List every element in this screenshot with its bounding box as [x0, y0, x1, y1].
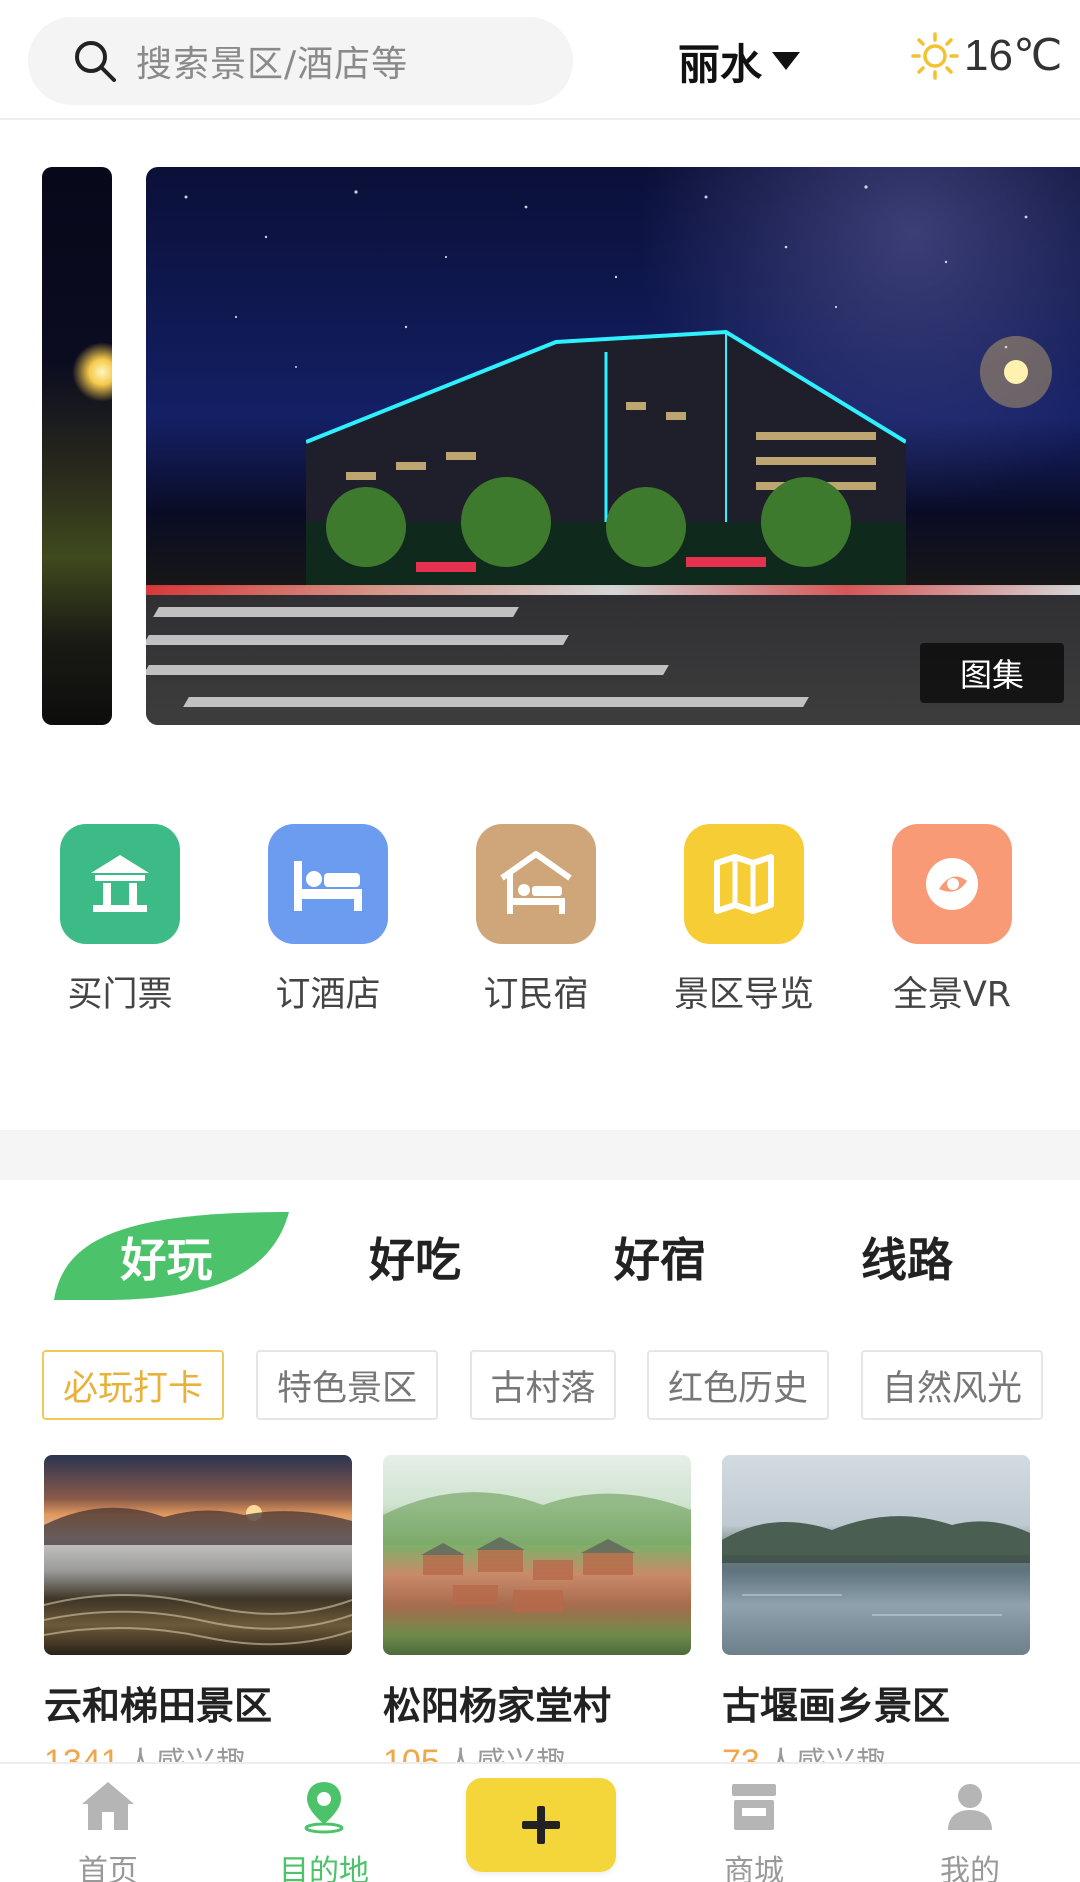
banner-slide[interactable]: 图集 — [146, 167, 1080, 725]
tab-fun[interactable]: 好玩 — [44, 1212, 289, 1302]
search-bar[interactable]: 搜索景区/酒店等 — [28, 17, 573, 105]
crosswalk-stripe — [153, 607, 519, 617]
light-trails — [146, 585, 1080, 595]
quick-item-homestay[interactable]: 订民宿 — [446, 824, 626, 1017]
sun-icon — [911, 31, 959, 80]
user-icon — [948, 1784, 992, 1830]
banner-prev-slide[interactable] — [42, 167, 112, 725]
tab-food[interactable]: 好吃 — [330, 1212, 500, 1302]
nav-destination[interactable]: 目的地 — [264, 1778, 384, 1882]
vr-icon — [892, 824, 1012, 944]
nav-mall-label: 商城 — [724, 1854, 784, 1882]
quick-label-vr: 全景VR — [892, 975, 1012, 1015]
chip-red-history[interactable]: 红色历史 — [647, 1350, 829, 1420]
attraction-image — [44, 1455, 352, 1655]
street-light — [72, 342, 112, 402]
illuminated-building — [306, 329, 906, 592]
crosswalk-stripe — [146, 665, 669, 675]
city-name: 丽水 — [678, 39, 763, 89]
chip-natural-scenery[interactable]: 自然风光 — [861, 1350, 1043, 1420]
tab-fun-label: 好玩 — [120, 1233, 213, 1287]
gallery-button[interactable]: 图集 — [920, 643, 1064, 703]
plus-icon — [522, 1806, 560, 1844]
filter-chips: 必玩打卡 特色景区 古村落 红色历史 自然风光 — [0, 1350, 1080, 1422]
attraction-card[interactable]: 云和梯田景区 1341 人感兴趣 — [44, 1455, 352, 1774]
category-tabs: 好玩 好吃 好宿 线路 — [0, 1212, 1080, 1308]
add-button[interactable] — [466, 1778, 616, 1872]
nav-home[interactable]: 首页 — [48, 1778, 168, 1882]
quick-label-guide: 景区导览 — [673, 975, 814, 1015]
home-icon — [82, 1782, 134, 1830]
attraction-card[interactable]: 古堰画乡景区 73 人感兴趣 — [722, 1455, 1030, 1774]
quick-label-tickets: 买门票 — [67, 975, 173, 1015]
nav-mine[interactable]: 我的 — [910, 1778, 1030, 1882]
shop-icon — [732, 1784, 776, 1830]
tab-stay[interactable]: 好宿 — [575, 1212, 745, 1302]
section-divider — [0, 1130, 1080, 1180]
search-icon — [75, 41, 116, 82]
quick-item-vr[interactable]: 全景VR — [862, 824, 1042, 1017]
city-selector[interactable]: 丽水 — [678, 34, 801, 89]
attraction-cards: 云和梯田景区 1341 人感兴趣 松阳杨家堂村 105 人感兴趣 古堰画乡景区 … — [0, 1455, 1080, 1774]
bed-icon — [268, 824, 388, 944]
caret-down-icon — [772, 52, 801, 70]
homestay-icon — [476, 824, 596, 944]
chip-featured-scenic[interactable]: 特色景区 — [256, 1350, 438, 1420]
bottom-nav: 首页 目的地 商城 我的 — [0, 1762, 1080, 1882]
search-placeholder: 搜索景区/酒店等 — [136, 44, 409, 85]
quick-menu: 买门票 订酒店 订民宿 景区导览 全景VR — [0, 824, 1080, 1024]
chip-must-visit[interactable]: 必玩打卡 — [42, 1350, 224, 1420]
quick-label-hotel: 订酒店 — [275, 975, 381, 1015]
attraction-title: 云和梯田景区 — [44, 1684, 273, 1728]
temperature: 16℃ — [964, 31, 1063, 80]
attraction-image — [383, 1455, 691, 1655]
crosswalk-stripe — [146, 635, 569, 645]
location-pin-icon — [304, 1782, 344, 1834]
pavilion-icon — [60, 824, 180, 944]
nav-destination-label: 目的地 — [279, 1854, 369, 1882]
quick-item-hotel[interactable]: 订酒店 — [238, 824, 418, 1017]
tab-routes[interactable]: 线路 — [822, 1212, 992, 1302]
attraction-title: 松阳杨家堂村 — [383, 1684, 612, 1728]
attraction-image — [722, 1455, 1030, 1655]
crosswalk-stripe — [183, 697, 809, 707]
map-icon — [684, 824, 804, 944]
quick-label-homestay: 订民宿 — [483, 975, 589, 1015]
chip-ancient-village[interactable]: 古村落 — [470, 1350, 616, 1420]
quick-item-guide[interactable]: 景区导览 — [654, 824, 834, 1017]
nav-mall[interactable]: 商城 — [694, 1778, 814, 1882]
nav-home-label: 首页 — [78, 1854, 138, 1882]
nav-mine-label: 我的 — [940, 1854, 1000, 1882]
attraction-card[interactable]: 松阳杨家堂村 105 人感兴趣 — [383, 1455, 691, 1774]
quick-item-tickets[interactable]: 买门票 — [30, 824, 210, 1017]
attraction-title: 古堰画乡景区 — [722, 1684, 951, 1728]
weather-widget: 16℃ — [910, 30, 1062, 81]
top-bar: 搜索景区/酒店等 丽水 16℃ — [0, 0, 1080, 120]
